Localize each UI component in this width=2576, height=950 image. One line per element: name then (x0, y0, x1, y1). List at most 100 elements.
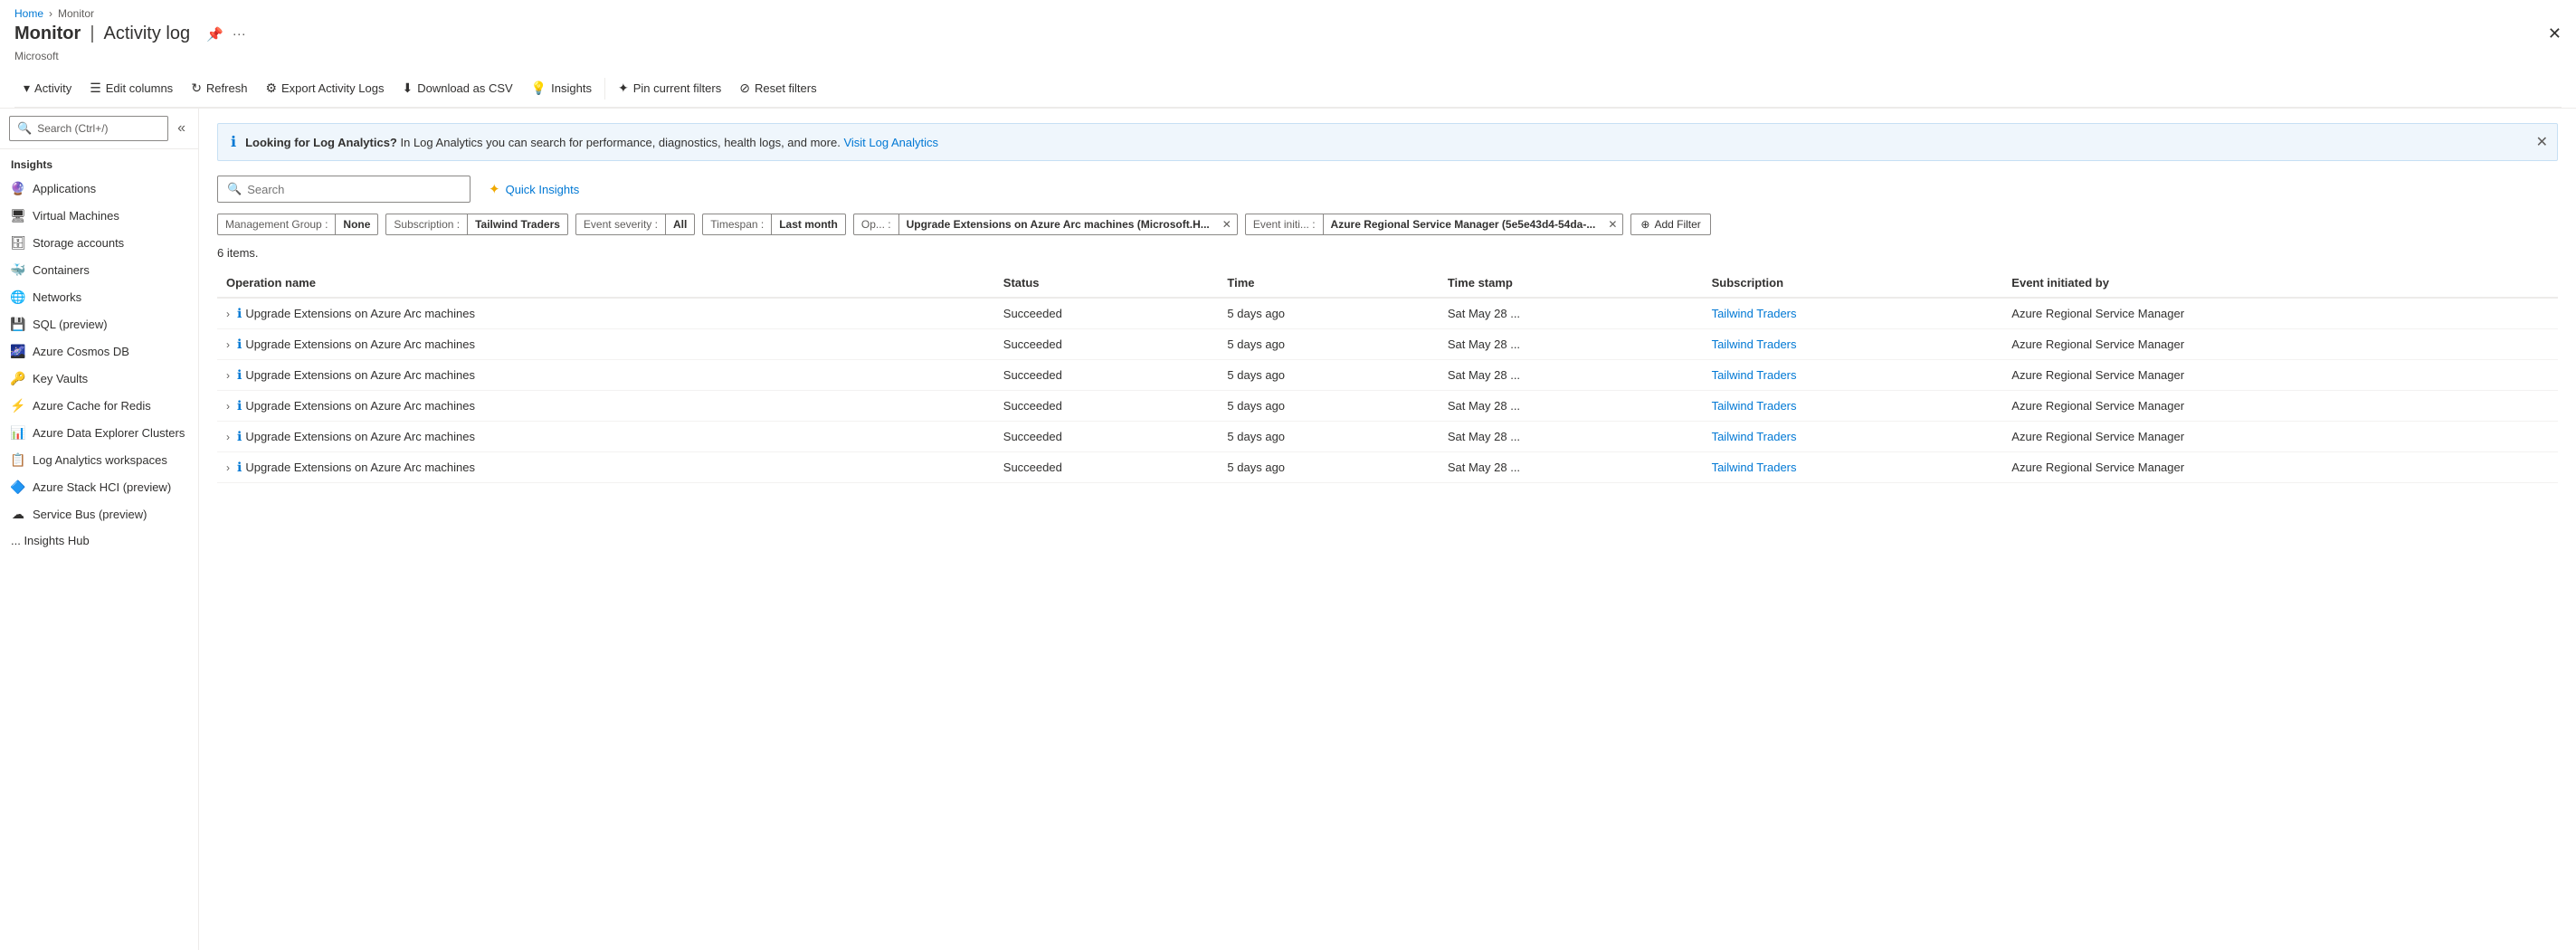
filter-chip-5: Event initi... :Azure Regional Service M… (1245, 214, 1624, 235)
download-button[interactable]: ⬇ Download as CSV (393, 75, 521, 101)
operation-name-5: Upgrade Extensions on Azure Arc machines (245, 461, 475, 474)
reset-filters-button[interactable]: ⊘ Reset filters (730, 75, 825, 101)
operation-name-3: Upgrade Extensions on Azure Arc machines (245, 399, 475, 413)
refresh-icon: ↻ (191, 81, 202, 96)
sidebar-item-networks[interactable]: 🌐Networks (0, 283, 198, 310)
sidebar-item-key-vaults[interactable]: 🔑Key Vaults (0, 365, 198, 392)
quick-insights-button[interactable]: ✦ Quick Insights (481, 176, 586, 203)
sidebar-item-azure-cosmos-db[interactable]: 🌌Azure Cosmos DB (0, 337, 198, 365)
pin-icon[interactable]: 📌 (206, 26, 223, 43)
expand-row-button-1[interactable]: › (226, 338, 230, 351)
subscription-link-2[interactable]: Tailwind Traders (1712, 368, 1797, 382)
sidebar-item-log-analytics-workspaces[interactable]: 📋Log Analytics workspaces (0, 446, 198, 473)
sidebar-item-azure-data-explorer-clusters[interactable]: 📊Azure Data Explorer Clusters (0, 419, 198, 446)
status-info-icon-2: ℹ (237, 367, 242, 383)
sidebar-section-title: Insights (0, 149, 198, 175)
add-filter-button[interactable]: ⊕Add Filter (1630, 214, 1710, 235)
time-cell-5: 5 days ago (1218, 452, 1438, 483)
insights-button[interactable]: 💡 Insights (522, 75, 601, 101)
table-row: ›ℹUpgrade Extensions on Azure Arc machin… (217, 452, 2558, 483)
content-search-icon: 🔍 (227, 182, 242, 196)
sidebar-item-label: Virtual Machines (33, 209, 119, 223)
filter-row: Management Group :NoneSubscription :Tail… (217, 214, 2558, 235)
col-header-time-stamp: Time stamp (1439, 269, 1703, 298)
filter-chip-value-4: Upgrade Extensions on Azure Arc machines… (899, 214, 1217, 234)
time-cell-0: 5 days ago (1218, 298, 1438, 329)
subscription-link-0[interactable]: Tailwind Traders (1712, 307, 1797, 320)
time-cell-4: 5 days ago (1218, 422, 1438, 452)
sidebar-item-storage-accounts[interactable]: 🗄 Storage accounts (0, 229, 198, 256)
sidebar-item-label: Storage accounts (33, 236, 124, 250)
collapse-sidebar-button[interactable]: « (174, 119, 189, 138)
sidebar-item-icon: 🐳 (11, 262, 25, 277)
content-search-box[interactable]: 🔍 (217, 176, 471, 203)
info-link[interactable]: Visit Log Analytics (843, 136, 938, 149)
activity-label: Activity (34, 81, 71, 95)
filter-chip-3: Timespan :Last month (702, 214, 846, 235)
content-search-input[interactable] (247, 183, 461, 196)
expand-row-button-2[interactable]: › (226, 369, 230, 382)
expand-row-button-3[interactable]: › (226, 400, 230, 413)
subscription-link-3[interactable]: Tailwind Traders (1712, 399, 1797, 413)
table-row: ›ℹUpgrade Extensions on Azure Arc machin… (217, 391, 2558, 422)
sidebar-item-azure-cache-for-redis[interactable]: ⚡Azure Cache for Redis (0, 392, 198, 419)
table-body: › ℹ Upgrade Extensions on Azure Arc machin… (217, 298, 2558, 483)
expand-row-button-5[interactable]: › (226, 461, 230, 474)
edit-columns-label: Edit columns (106, 81, 173, 95)
timestamp-cell-4: Sat May 28 ... (1439, 422, 1703, 452)
info-banner: ℹ Looking for Log Analytics? In Log Anal… (217, 123, 2558, 161)
pin-filters-icon: ✦ (618, 81, 629, 96)
subscription-link-1[interactable]: Tailwind Traders (1712, 337, 1797, 351)
status-cell-4: Succeeded (994, 422, 1219, 452)
filter-chip-key-2: Event severity : (576, 214, 666, 234)
edit-columns-button[interactable]: ☰ Edit columns (81, 75, 182, 101)
sidebar-item-applications[interactable]: 🔮Applications (0, 175, 198, 202)
timestamp-cell-2: Sat May 28 ... (1439, 360, 1703, 391)
close-button[interactable]: ✕ (2548, 24, 2562, 43)
expand-row-button-0[interactable]: › (226, 308, 230, 320)
subscription-link-5[interactable]: Tailwind Traders (1712, 461, 1797, 474)
sidebar-item-icon: 📋 (11, 452, 25, 467)
sidebar-item-icon: 🔮 (11, 181, 25, 195)
export-button[interactable]: ⚙ Export Activity Logs (256, 75, 393, 101)
info-icon: ℹ (231, 133, 236, 151)
operation-name-1: Upgrade Extensions on Azure Arc machines (245, 337, 475, 351)
sidebar-item-virtual-machines[interactable]: 🖥Virtual Machines (0, 202, 198, 229)
activity-button[interactable]: ▾ Activity (14, 75, 81, 101)
download-icon: ⬇ (402, 81, 413, 96)
col-header-status: Status (994, 269, 1219, 298)
time-cell-3: 5 days ago (1218, 391, 1438, 422)
edit-columns-icon: ☰ (90, 81, 101, 96)
sidebar-item-sql-preview[interactable]: 💾SQL (preview) (0, 310, 198, 337)
operation-name-cell-2: ›ℹUpgrade Extensions on Azure Arc machin… (217, 360, 994, 391)
expand-row-button-4[interactable]: › (226, 431, 230, 443)
initiated-by-cell-1: Azure Regional Service Manager (2002, 329, 2558, 360)
filter-chip-close-4[interactable]: ✕ (1217, 214, 1237, 234)
sidebar-item-icon: 🗄 (11, 235, 25, 250)
filter-chip-close-5[interactable]: ✕ (1602, 214, 1622, 234)
sidebar-insights-hub[interactable]: ... Insights Hub (0, 527, 198, 554)
refresh-button[interactable]: ↻ Refresh (182, 75, 256, 101)
ellipsis-button[interactable]: ··· (233, 26, 246, 42)
sidebar-search-box[interactable]: 🔍 Search (Ctrl+/) (9, 116, 168, 141)
initiated-by-cell-3: Azure Regional Service Manager (2002, 391, 2558, 422)
breadcrumb-home[interactable]: Home (14, 7, 43, 20)
export-label: Export Activity Logs (281, 81, 384, 95)
sidebar-item-azure-stack-hci-preview[interactable]: 🔷Azure Stack HCI (preview) (0, 473, 198, 500)
sidebar-item-containers[interactable]: 🐳Containers (0, 256, 198, 283)
sidebar-item-service-bus-preview[interactable]: ☁Service Bus (preview) (0, 500, 198, 527)
table-row: ›ℹUpgrade Extensions on Azure Arc machin… (217, 422, 2558, 452)
subscription-link-4[interactable]: Tailwind Traders (1712, 430, 1797, 443)
filter-chip-key-0: Management Group : (218, 214, 336, 234)
timestamp-cell-3: Sat May 28 ... (1439, 391, 1703, 422)
filter-chip-value-1: Tailwind Traders (468, 214, 567, 234)
sidebar-item-icon: 💾 (11, 317, 25, 331)
sidebar-item-label: Azure Stack HCI (preview) (33, 480, 171, 494)
info-banner-close-button[interactable]: ✕ (2536, 133, 2548, 151)
subscription-cell-1: Tailwind Traders (1703, 329, 2003, 360)
main-layout: 🔍 Search (Ctrl+/) « Insights 🔮Applicatio… (0, 109, 2576, 950)
search-icon: 🔍 (17, 121, 32, 136)
operation-name-cell-5: ›ℹUpgrade Extensions on Azure Arc machin… (217, 452, 994, 483)
status-info-icon-4: ℹ (237, 429, 242, 444)
pin-filters-button[interactable]: ✦ Pin current filters (609, 75, 730, 101)
